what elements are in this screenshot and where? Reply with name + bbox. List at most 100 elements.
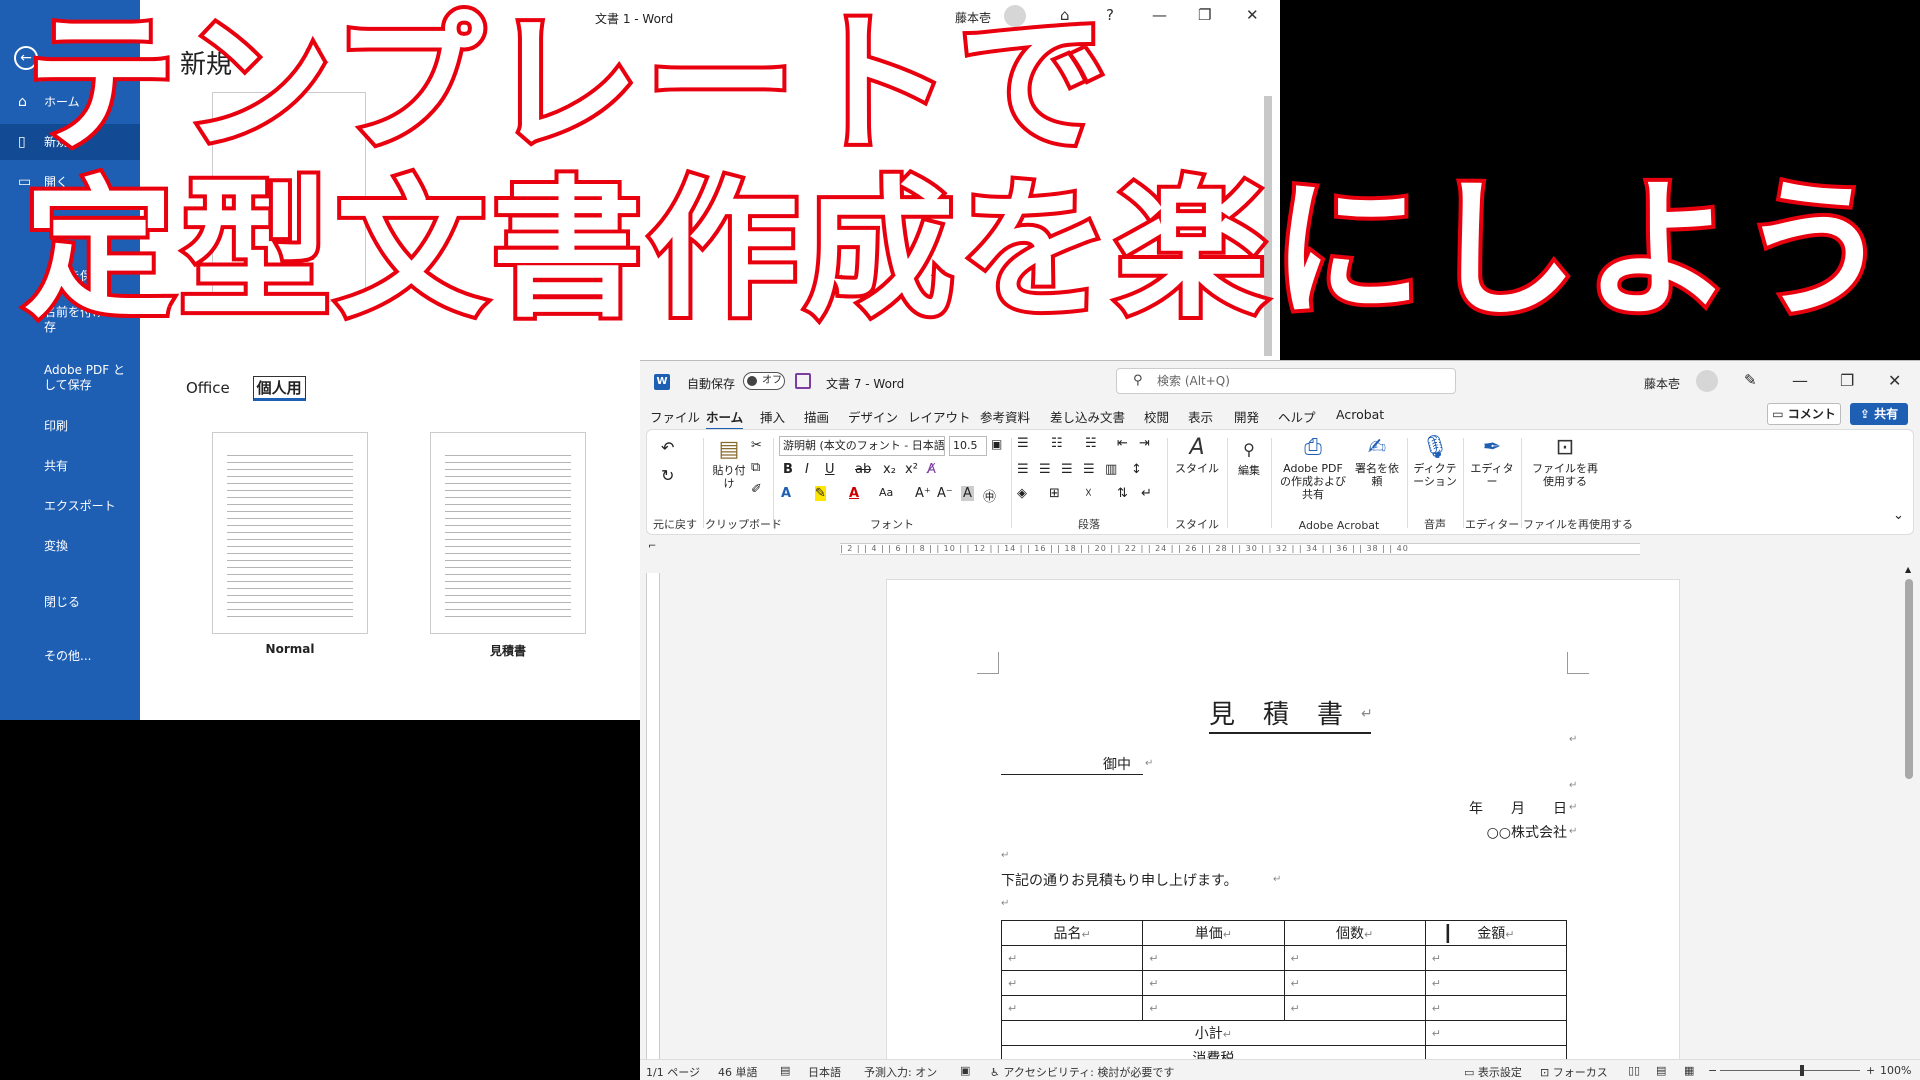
styles-button[interactable]: A スタイル (1173, 434, 1221, 475)
table-cell[interactable]: ↵ (1424, 995, 1568, 1021)
font-size-select[interactable]: 10.5 (949, 436, 987, 456)
scroll-up-icon[interactable]: ▲ (1905, 565, 1911, 574)
sidebar-item-share[interactable]: 共有 (0, 448, 140, 484)
sidebar-item-close[interactable]: 閉じる (0, 584, 140, 620)
tab-references[interactable]: 参考資料 (980, 407, 1030, 426)
sidebar-item-more[interactable]: その他... (0, 638, 140, 674)
format-painter-icon[interactable]: ✐ (751, 482, 762, 497)
decrease-indent-icon[interactable]: ⇤ (1117, 436, 1128, 451)
tab-acrobat[interactable]: Acrobat (1336, 407, 1384, 422)
cut-icon[interactable]: ✂ (751, 438, 762, 453)
tab-personal[interactable]: 個人用 (252, 376, 306, 401)
tab-draw[interactable]: 描画 (804, 407, 829, 426)
table-cell[interactable]: ↵ (1283, 970, 1426, 996)
table-cell[interactable]: ↵ (1424, 970, 1568, 996)
proofing-icon[interactable]: ▤ (780, 1064, 790, 1077)
request-signature-button[interactable]: ✍ 署名を依頼 (1355, 434, 1399, 488)
table-cell[interactable]: ↵ (1000, 970, 1144, 996)
distributed-icon[interactable]: ▥ (1105, 462, 1117, 477)
tab-help[interactable]: ヘルプ (1278, 407, 1316, 426)
bold-button[interactable]: B (783, 462, 793, 477)
focus-button[interactable]: ⊡ フォーカス (1540, 1064, 1608, 1080)
tab-developer[interactable]: 開発 (1234, 407, 1259, 426)
shrink-font-icon[interactable]: A⁻ (937, 486, 953, 501)
bullets-icon[interactable]: ☰ (1017, 436, 1029, 451)
sidebar-item-export[interactable]: エクスポート (0, 488, 140, 524)
show-marks-icon[interactable]: ↵ (1141, 486, 1152, 501)
pen-icon[interactable]: ✎ (1744, 371, 1757, 389)
sort-icon[interactable]: ⇅ (1117, 486, 1128, 501)
restore-button[interactable]: ❐ (1198, 6, 1211, 24)
close-button[interactable]: ✕ (1888, 371, 1901, 390)
tab-file[interactable]: ファイル (650, 407, 700, 426)
display-settings-button[interactable]: ▭ 表示設定 (1464, 1064, 1522, 1080)
align-center-icon[interactable]: ☰ (1039, 462, 1051, 477)
ribbon-collapse-icon[interactable]: ⌄ (1893, 508, 1904, 523)
search-box[interactable]: ⚲ 検索 (Alt+Q) (1116, 368, 1456, 394)
page-count[interactable]: 1/1 ページ (646, 1064, 700, 1080)
estimate-table[interactable]: 品名↵ 単価↵ 個数↵ 金額↵ ↵ ↵ ↵ ↵ ↵ ↵ ↵ ↵ ↵ ↵ ↵ ↵ … (1000, 920, 1568, 1071)
minimize-button[interactable]: — (1792, 371, 1808, 390)
tab-review[interactable]: 校閲 (1144, 407, 1169, 426)
underline-button[interactable]: U (825, 462, 835, 477)
undo-icon[interactable]: ↶ (661, 438, 674, 457)
subscript-button[interactable]: x₂ (883, 462, 896, 477)
shading-icon[interactable]: ◈ (1017, 486, 1027, 501)
table-cell[interactable]: ↵ (1283, 945, 1426, 971)
subtotal-cell[interactable]: ↵ (1424, 1020, 1568, 1046)
table-cell[interactable]: ↵ (1142, 970, 1285, 996)
table-cell[interactable]: ↵ (1283, 995, 1426, 1021)
sidebar-item-convert[interactable]: 変換 (0, 528, 140, 564)
line-spacing-icon[interactable]: ↕ (1131, 462, 1142, 477)
numbering-icon[interactable]: ☷ (1051, 436, 1063, 451)
editor-button[interactable]: ✒ エディター (1469, 434, 1515, 488)
vertical-ruler[interactable] (646, 573, 660, 1063)
reuse-files-button[interactable]: ⊡ ファイルを再使用する (1527, 434, 1603, 488)
font-color-icon[interactable]: A (849, 486, 859, 501)
change-case-icon[interactable]: Aa (879, 486, 893, 499)
tab-mailings[interactable]: 差し込み文書 (1050, 407, 1125, 426)
zoom-slider-thumb[interactable] (1800, 1065, 1804, 1076)
italic-button[interactable]: I (805, 462, 809, 477)
track-changes-icon[interactable]: ▣ (960, 1064, 970, 1077)
text-effect-icon[interactable]: A (781, 486, 791, 501)
share-button[interactable]: ⇪ 共有 (1850, 403, 1908, 425)
strikethrough-button[interactable]: ab (855, 462, 871, 477)
accessibility-status[interactable]: ♿ アクセシビリティ: 検討が必要です (990, 1064, 1174, 1080)
document-page[interactable]: 見積書 ↵ ↵ 御中 ↵ ↵ 年 月 日 ↵ ○○株式会社 ↵ ↵ 下記の通りお… (886, 579, 1680, 1079)
grow-font-icon[interactable]: A⁺ (915, 486, 931, 501)
align-left-icon[interactable]: ☰ (1017, 462, 1029, 477)
enclose-char-icon[interactable]: ㊥ (983, 486, 996, 505)
table-cell[interactable]: ↵ (1142, 995, 1285, 1021)
copy-icon[interactable]: ⧉ (751, 460, 760, 475)
zoom-level[interactable]: 100% (1880, 1064, 1911, 1077)
table-cell[interactable]: ↵ (1000, 945, 1144, 971)
align-right-icon[interactable]: ☰ (1061, 462, 1073, 477)
redo-icon[interactable]: ↻ (661, 466, 674, 485)
multilevel-list-icon[interactable]: ☵ (1085, 436, 1097, 451)
tab-home[interactable]: ホーム (706, 407, 744, 431)
table-cell[interactable]: ↵ (1000, 995, 1144, 1021)
highlight-icon[interactable]: ✎ (815, 486, 826, 501)
zoom-slider[interactable] (1720, 1070, 1860, 1071)
read-mode-icon[interactable]: ▯▯ (1628, 1064, 1640, 1077)
restore-button[interactable]: ❐ (1840, 371, 1854, 390)
zoom-out-icon[interactable]: − (1708, 1064, 1717, 1077)
sidebar-item-save-pdf[interactable]: Adobe PDF として保存 (0, 360, 140, 396)
clear-format-icon[interactable]: A̸ (927, 462, 936, 477)
tab-design[interactable]: デザイン (848, 407, 898, 426)
tab-selector-icon[interactable]: ⌐ (648, 541, 656, 552)
tab-view[interactable]: 表示 (1188, 407, 1213, 426)
dictation-button[interactable]: 🎙 ディクテーション (1411, 434, 1459, 488)
char-shading-icon[interactable]: A (961, 486, 974, 501)
tab-office[interactable]: Office (186, 379, 230, 397)
template-estimate-thumbnail[interactable] (430, 432, 586, 634)
print-layout-icon[interactable]: ▤ (1656, 1064, 1666, 1077)
paste-button[interactable]: ▤ 貼り付け (709, 436, 749, 490)
font-name-select[interactable]: 游明朝 (本文のフォント - 日本語) (779, 436, 945, 456)
asian-layout-icon[interactable]: ☓ (1085, 486, 1092, 501)
justify-icon[interactable]: ☰ (1083, 462, 1095, 477)
scrollbar-thumb[interactable] (1905, 579, 1913, 779)
superscript-button[interactable]: x² (905, 462, 918, 477)
editing-button[interactable]: ⚲ 編集 (1231, 436, 1267, 477)
